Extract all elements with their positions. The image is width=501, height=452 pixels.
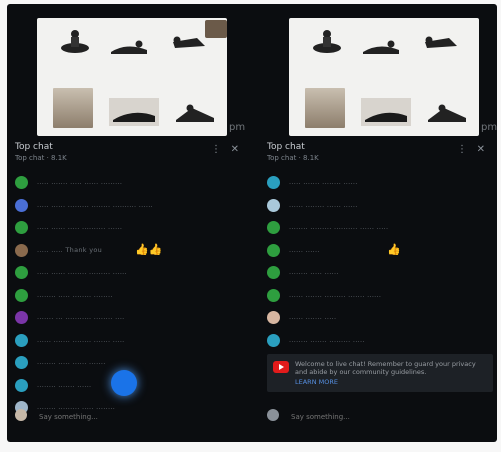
chat-message[interactable]: ..... ...... ........ ......... ...... <box>15 262 243 285</box>
chat-message[interactable]: ........ ..... ...... <box>267 262 489 285</box>
avatar <box>15 266 28 279</box>
pose-figure <box>361 98 411 126</box>
message-text: ...... ...... <box>289 245 320 254</box>
chat-message[interactable]: ........ ....... ......... ..... <box>267 330 489 353</box>
youtube-icon <box>273 361 289 373</box>
message-text: ....... ... ........... ........ .... <box>37 313 125 321</box>
message-text: ..... ...... ........ ......... ...... <box>37 268 127 276</box>
notice-text: Welcome to live chat! Remember to guard … <box>295 360 476 376</box>
chat-message[interactable]: ...... ....... ........ ....... ..... <box>15 330 243 353</box>
chat-subtitle: Top chat · 8.1K <box>267 154 319 162</box>
learn-more-link[interactable]: LEARN MORE <box>295 378 338 386</box>
video-player[interactable] <box>37 18 227 136</box>
pose-photo <box>305 88 345 128</box>
avatar <box>15 243 28 257</box>
message-text: ...... ....... ..... <box>289 313 337 321</box>
chat-message[interactable]: ........ ......... .......... ...... ...… <box>267 217 489 240</box>
chat-message[interactable]: ..... ..... Thank you 👍👍 <box>15 240 243 263</box>
chat-input-row <box>267 406 489 426</box>
message-text: ..... ...... ..... .......... ...... <box>37 223 123 231</box>
avatar <box>267 176 280 189</box>
avatar <box>15 198 28 212</box>
avatar <box>15 311 28 324</box>
overlay-text: pm <box>481 122 497 133</box>
message-text: ...... ....... ........ ....... ..... <box>37 335 125 344</box>
chat-header: Top chat Top chat · 8.1K ⋮ ✕ <box>267 138 489 168</box>
pose-figure <box>107 30 151 58</box>
avatar <box>15 288 28 302</box>
pose-figure <box>305 28 349 56</box>
chat-message[interactable]: ...... ........ ...... ...... <box>267 195 489 218</box>
chat-subtitle: Top chat · 8.1K <box>15 154 67 162</box>
chat-title[interactable]: Top chat <box>15 142 53 152</box>
chat-message[interactable]: ..... ...... ......... ........ ........… <box>15 195 243 218</box>
chat-input-row <box>15 406 243 426</box>
pose-figure <box>172 98 216 126</box>
video-player[interactable] <box>289 18 479 136</box>
message-text: ..... ....... ........ ...... <box>289 178 358 186</box>
avatar <box>267 266 280 279</box>
pose-figure <box>424 98 468 126</box>
avatar <box>267 198 280 212</box>
thumbs-up-emoji: 👍👍 <box>135 242 163 256</box>
message-text: ..... ...... ......... ........ ........… <box>37 200 153 209</box>
right-screen: pm Top chat Top chat · 8.1K ⋮ ✕ ..... ..… <box>259 4 497 442</box>
avatar <box>15 356 28 369</box>
close-icon[interactable]: ✕ <box>231 144 239 155</box>
chat-message[interactable]: ...... ....... ......... ....... ...... <box>267 285 489 308</box>
chat-input[interactable] <box>37 410 223 424</box>
chat-header: Top chat Top chat · 8.1K ⋮ ✕ <box>15 138 243 168</box>
message-text: ........ ......... .......... ...... ...… <box>289 223 389 231</box>
message-text: ........ ....... ......... ..... <box>289 335 365 344</box>
avatar <box>267 409 279 421</box>
avatar <box>267 333 280 347</box>
avatar <box>15 409 27 421</box>
live-chat-notice: Welcome to live chat! Remember to guard … <box>267 354 493 392</box>
pose-figure <box>109 98 159 126</box>
chat-message[interactable]: ...... ...... 👍 <box>267 240 489 263</box>
message-text: ........ ..... ...... ....... <box>37 358 106 366</box>
thumbs-up-emoji: 👍 <box>387 242 401 256</box>
avatar <box>15 333 28 347</box>
settings-icon[interactable]: ⋮ <box>211 144 221 155</box>
settings-icon[interactable]: ⋮ <box>457 144 467 155</box>
chat-message[interactable]: ..... ...... ..... .......... ...... <box>15 217 243 240</box>
scroll-down-button[interactable] <box>111 370 137 396</box>
message-text: ........ ..... ...... <box>289 268 339 276</box>
avatar <box>267 243 280 257</box>
pose-figure <box>419 26 463 54</box>
chat-message[interactable]: ....... ... ........... ........ .... <box>15 307 243 330</box>
avatar <box>15 176 28 189</box>
avatar <box>267 288 280 302</box>
message-text: ...... ....... ......... ....... ...... <box>289 290 382 299</box>
left-screen: pm Top chat Top chat · 8.1K ⋮ ✕ ..... ..… <box>7 4 251 442</box>
phone-screenshots: pm Top chat Top chat · 8.1K ⋮ ✕ ..... ..… <box>7 4 497 442</box>
chat-messages: ..... ....... ........ ...... ...... ....… <box>267 172 489 375</box>
avatar <box>267 311 280 324</box>
close-icon[interactable]: ✕ <box>477 144 485 155</box>
chat-message[interactable]: ...... ....... ..... <box>267 307 489 330</box>
avatar <box>15 378 28 392</box>
avatar <box>15 221 28 234</box>
pose-photo <box>53 88 93 128</box>
message-text: ...... ........ ...... ...... <box>289 200 358 209</box>
chat-title[interactable]: Top chat <box>267 142 305 152</box>
chat-message[interactable]: ........ ..... ........ ........ <box>15 285 243 308</box>
chat-message[interactable]: ..... ....... ..... ...... ......... <box>15 172 243 195</box>
pose-figure <box>53 28 97 56</box>
message-text: ..... ....... ..... ...... ......... <box>37 178 123 186</box>
message-text: ........ ..... ........ ........ <box>37 290 113 299</box>
chat-message[interactable]: ..... ....... ........ ...... <box>267 172 489 195</box>
pose-figure <box>359 30 403 58</box>
webcam-overlay <box>205 20 227 38</box>
overlay-text: pm <box>229 122 246 133</box>
chat-input[interactable] <box>289 410 469 424</box>
avatar <box>267 221 280 234</box>
